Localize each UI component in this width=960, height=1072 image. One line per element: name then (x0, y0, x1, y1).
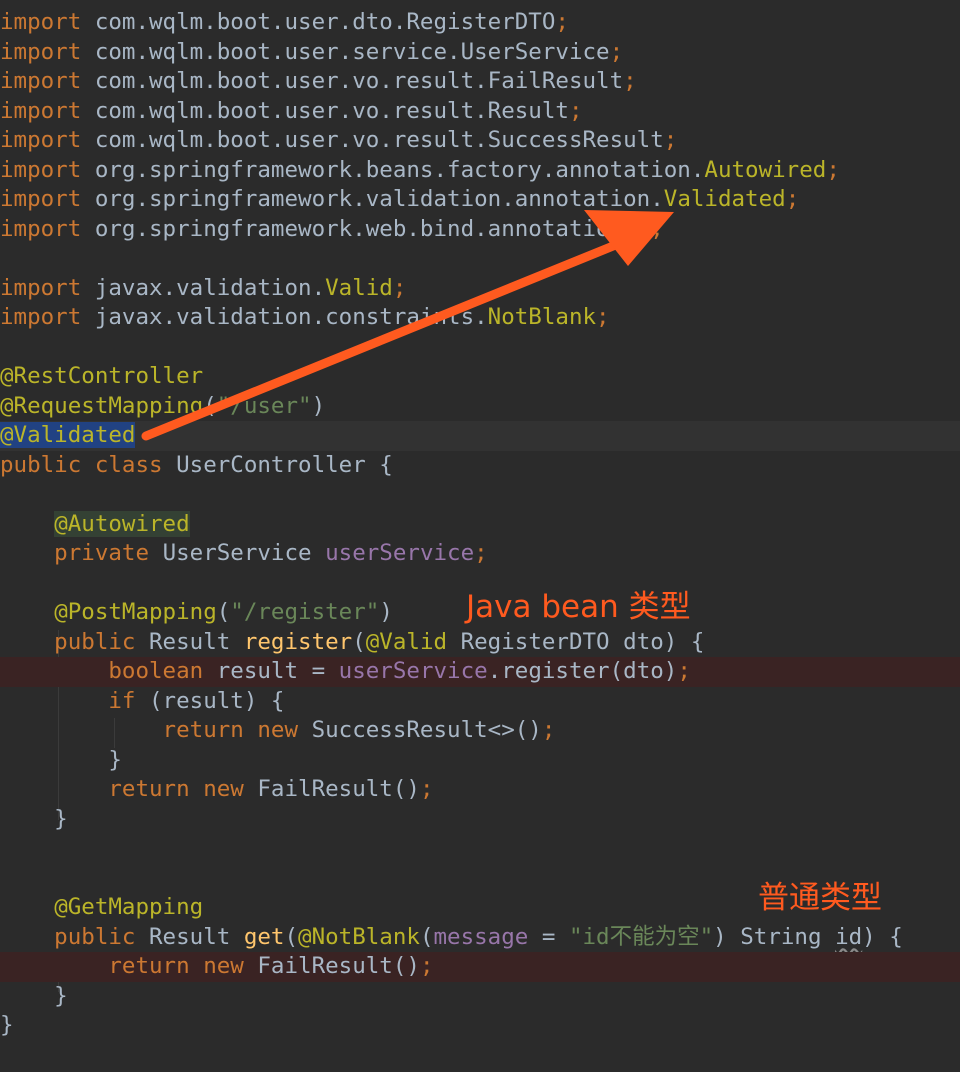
arrow-line (141, 239, 623, 441)
arrow-head-icon (584, 210, 674, 266)
java-bean-type-label: Java bean 类型 (466, 589, 691, 625)
plain-type-label: 普通类型 (758, 880, 882, 916)
